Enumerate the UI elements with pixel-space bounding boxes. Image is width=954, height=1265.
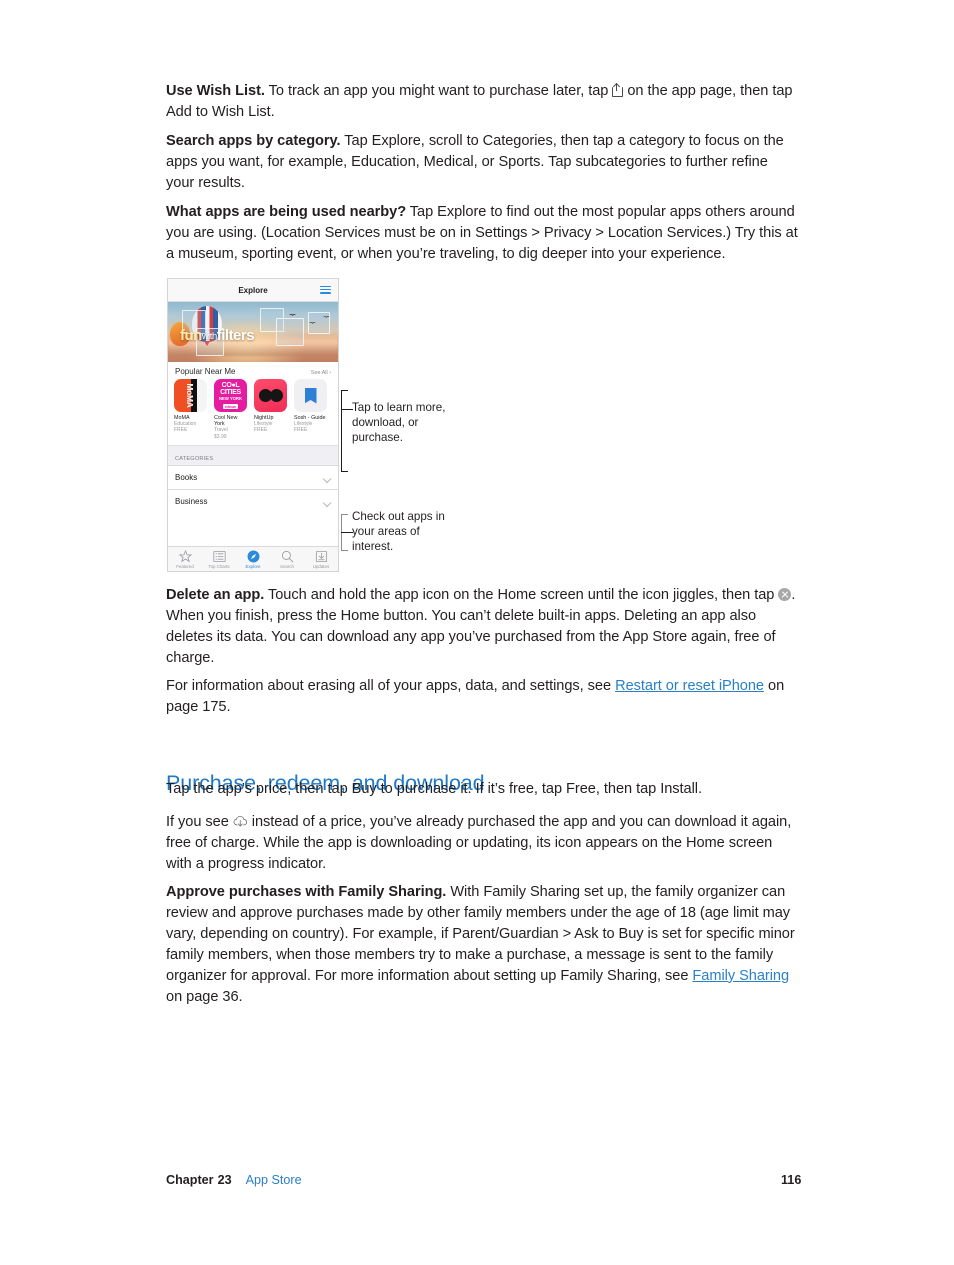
iphone-screenshot: Explore funwithfilters Popular Near Me S… <box>167 278 339 572</box>
tab-featured[interactable]: Featured <box>168 549 202 569</box>
download-icon <box>315 550 328 563</box>
star-icon <box>178 549 192 563</box>
banner-headline-part3: filters <box>216 327 255 344</box>
app-price: $3.99 <box>214 433 227 440</box>
search-icon <box>281 550 294 563</box>
list-view-icon[interactable] <box>320 286 331 294</box>
tab-updates[interactable]: Updates <box>304 550 338 569</box>
filter-square-icon <box>276 318 304 346</box>
paragraph-text: Touch and hold the app icon on the Home … <box>264 587 779 603</box>
app-name: Cool New York <box>214 414 238 427</box>
paragraph-text-cont: on page 36. <box>166 988 243 1005</box>
paragraph-text-cont: instead of a price, you’ve already purch… <box>166 814 792 872</box>
page-number: 116 <box>781 1173 802 1187</box>
paragraph-text: If you see <box>166 814 233 830</box>
app-icon-line4: infinum <box>222 404 239 409</box>
see-all-link[interactable]: See All › <box>311 370 331 376</box>
filter-square-icon <box>308 312 330 334</box>
paragraph-family-sharing: Approve purchases with Family Sharing. W… <box>166 882 804 1007</box>
paragraph-delete-an-app: Delete an app. Touch and hold the app ic… <box>166 585 802 669</box>
app-card[interactable]: MoMA MoMA Education FREE <box>174 379 208 440</box>
paragraph-lead: Use Wish List. <box>166 83 265 99</box>
categories-header: CATEGORIES <box>168 453 338 466</box>
tab-label: Search <box>280 563 294 569</box>
paragraph-search-apps-by-category: Search apps by category. Tap Explore, sc… <box>166 131 798 194</box>
paragraph-lead: What apps are being used nearby? <box>166 204 407 220</box>
device-tabbar: Featured Top Charts Explore Search Updat… <box>168 546 338 571</box>
app-card[interactable]: NightUp Lifestyle FREE <box>254 379 288 440</box>
tab-label: Top Charts <box>208 563 230 569</box>
list-icon <box>212 550 226 563</box>
footer-chapter: Chapter 23 App Store <box>166 1173 302 1187</box>
figure-app-store-explore: Explore funwithfilters Popular Near Me S… <box>167 278 353 572</box>
app-icon-line2: CITIES <box>220 389 241 396</box>
banner-headline-part1: fun <box>180 327 202 344</box>
tab-search[interactable]: Search <box>270 550 304 569</box>
paragraph-text: To track an app you might want to purcha… <box>264 83 613 99</box>
app-price: FREE <box>294 427 308 434</box>
chevron-down-icon <box>324 500 331 504</box>
category-label: Business <box>175 497 208 507</box>
link-restart-or-reset-iphone[interactable]: Restart or reset iPhone <box>615 678 764 694</box>
app-icon-line3: NEW YORK <box>219 396 242 401</box>
tab-label: Featured <box>176 563 194 569</box>
app-name: Sosh - Guide <box>294 414 326 421</box>
app-icon-sosh <box>294 379 327 412</box>
paragraph-lead: Delete an app. <box>166 587 265 603</box>
category-row-books[interactable]: Books <box>168 465 338 490</box>
app-list-row: MoMA MoMA Education FREE CO●L CITIES NEW… <box>168 379 338 441</box>
banner-headline: funwithfilters <box>180 327 255 344</box>
app-price: FREE <box>174 427 188 434</box>
paragraph-lead: Search apps by category. <box>166 133 341 149</box>
tab-explore[interactable]: Explore <box>236 550 270 569</box>
chapter-title-link[interactable]: App Store <box>246 1173 302 1187</box>
paragraph-restart-reference: For information about erasing all of you… <box>166 676 798 718</box>
tab-label: Explore <box>245 563 261 569</box>
delete-badge-icon <box>778 588 792 601</box>
document-page: Use Wish List. To track an app you might… <box>0 0 954 1265</box>
paragraph-use-wish-list: Use Wish List. To track an app you might… <box>166 81 798 123</box>
paragraph-apps-used-nearby: What apps are being used nearby? Tap Exp… <box>166 202 804 265</box>
navbar-title: Explore <box>238 285 268 295</box>
app-price: FREE <box>254 427 268 434</box>
app-card[interactable]: CO●L CITIES NEW YORK infinum Cool New Yo… <box>214 379 248 440</box>
chevron-down-icon <box>324 476 331 480</box>
section-divider <box>168 445 338 454</box>
callout-apps: Tap to learn more, download, or purchase… <box>352 401 446 445</box>
tab-label: Updates <box>312 563 330 569</box>
icloud-download-icon <box>233 814 248 827</box>
device-navbar: Explore <box>168 279 338 302</box>
app-icon-moma: MoMA <box>174 379 207 412</box>
promo-banner[interactable]: funwithfilters <box>168 302 338 362</box>
compass-icon <box>247 550 260 563</box>
app-card[interactable]: Sosh - Guide Lifestyle FREE <box>294 379 328 440</box>
category-label: Books <box>175 473 198 483</box>
app-icon-cool-new-york: CO●L CITIES NEW YORK infinum <box>214 379 247 412</box>
category-row-business[interactable]: Business <box>168 489 338 514</box>
app-icon-label: MoMA <box>185 383 196 408</box>
app-icon-nightup <box>254 379 287 412</box>
tab-top-charts[interactable]: Top Charts <box>202 550 236 569</box>
paragraph-text: For information about erasing all of you… <box>166 678 616 694</box>
paragraph-already-purchased: If you see instead of a price, you’ve al… <box>166 812 798 875</box>
link-family-sharing[interactable]: Family Sharing <box>692 968 789 984</box>
paragraph-lead: Approve purchases with Family Sharing. <box>166 884 447 900</box>
chapter-label: Chapter <box>166 1173 214 1187</box>
paragraph-section-intro: Tap the app’s price, then tap Buy to pur… <box>166 781 703 797</box>
callout-categories: Check out apps in your areas of interest… <box>352 510 445 554</box>
section-title: Popular Near Me <box>175 367 236 376</box>
bird-icon <box>290 314 296 317</box>
share-icon <box>612 82 624 97</box>
app-icon-line1: CO●L <box>221 382 240 389</box>
popular-near-me-header: Popular Near Me See All › <box>168 362 338 379</box>
banner-headline-part2: with <box>201 331 217 342</box>
chapter-number: 23 <box>217 1173 232 1187</box>
